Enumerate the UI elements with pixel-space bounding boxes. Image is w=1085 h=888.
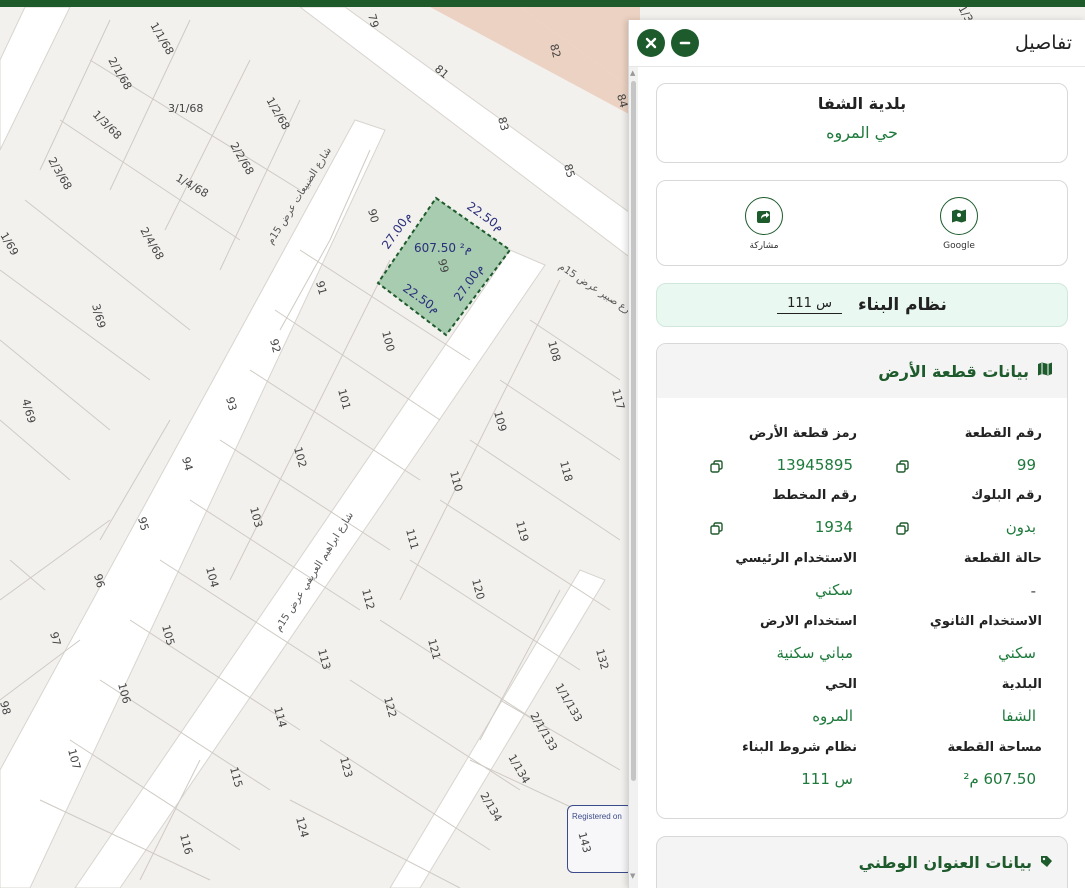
plan-number-value: 1934 [814,518,853,536]
municipality-card: بلدية الشفا حي المروه [656,83,1068,163]
close-icon [645,37,657,49]
building-system-label: نظام البناء [857,295,947,315]
minimize-icon [679,41,691,45]
block-number-label: رقم البلوك [971,488,1042,503]
plot-number-label: رقم القطعة [964,426,1042,441]
scrollbar[interactable]: ▲ ▼ [629,67,638,888]
top-bar [0,0,1085,7]
secondary-use-label: الاستخدام الثانوي [929,614,1042,629]
copy-icon[interactable] [896,458,909,473]
building-system-value: س 111 [777,296,842,314]
registration-text: Registered on [572,812,622,821]
plot-status-value: - [1030,582,1036,600]
share-icon [745,197,783,235]
plan-number-label: رقم المخطط [772,488,857,503]
minimize-button[interactable] [671,29,699,57]
building-conditions-value: س 111 [801,770,853,788]
land-code-label: رمز قطعة الأرض [748,426,857,441]
copy-icon[interactable] [896,520,909,535]
parcel-label: 143 [575,830,594,855]
municipality-name: بلدية الشفا [817,94,907,113]
plot-area-label: 607.50 م² [414,241,472,255]
tag-icon [1040,853,1053,872]
land-data-header[interactable]: بيانات قطعة الأرض [657,344,1067,398]
scroll-up-icon[interactable]: ▲ [630,69,635,77]
national-address-title: بيانات العنوان الوطني [858,853,1032,872]
main-use-label: الاستخدام الرئيسي [735,551,857,566]
copy-icon[interactable] [710,458,723,473]
building-conditions-label: نظام شروط البناء [742,740,857,755]
parcel-label: 3/1/68 [168,102,203,115]
plot-area-label: مساحة القطعة [947,740,1042,755]
main-use-value: سكني [815,581,853,599]
national-address-header[interactable]: بيانات العنوان الوطني [657,837,1067,872]
details-panel: تفاصيل ▲ ▼ بلدية الشفا حي المروه Google … [628,20,1085,888]
land-data-card: بيانات قطعة الأرض رقم القطعة 99 رمز قطعة… [656,343,1068,819]
secondary-use-value: سكني [998,644,1036,662]
municipality-value: الشفا [1001,707,1036,725]
google-maps-icon [940,197,978,235]
registration-badge: Registered on 143 [567,805,633,873]
block-number-value: بدون [1005,518,1036,536]
scroll-thumb[interactable] [631,81,636,781]
scroll-down-icon[interactable]: ▼ [630,872,635,880]
plot-area-value: 607.50 م² [963,770,1036,788]
land-use-value: مباني سكنية [776,644,853,662]
plot-status-label: حالة القطعة [963,551,1042,566]
google-label: Google [943,241,975,251]
map-icon [1037,362,1053,380]
copy-icon[interactable] [710,520,723,535]
district-label: الحي [825,677,857,692]
panel-header: تفاصيل [629,20,1085,67]
district-value: المروه [812,707,853,725]
land-data-title: بيانات قطعة الأرض [878,361,1029,381]
actions-card: Google مشاركة [656,180,1068,266]
plot-number-value: 99 [1016,456,1036,474]
land-use-label: استخدام الارض [759,614,857,629]
close-button[interactable] [637,29,665,57]
national-address-card: بيانات العنوان الوطني [656,836,1068,888]
header-buttons [637,29,699,57]
land-code-value: 13945895 [776,456,853,474]
panel-title: تفاصيل [1015,32,1072,54]
google-button[interactable]: Google [924,197,994,251]
share-label: مشاركة [749,241,779,251]
panel-scroll-area[interactable]: ▲ ▼ بلدية الشفا حي المروه Google مشاركة [629,67,1085,888]
district-name: حي المروه [826,123,898,142]
municipality-label: البلدية [1001,677,1042,692]
share-button[interactable]: مشاركة [729,197,799,251]
building-system-card: نظام البناء س 111 [656,283,1068,327]
